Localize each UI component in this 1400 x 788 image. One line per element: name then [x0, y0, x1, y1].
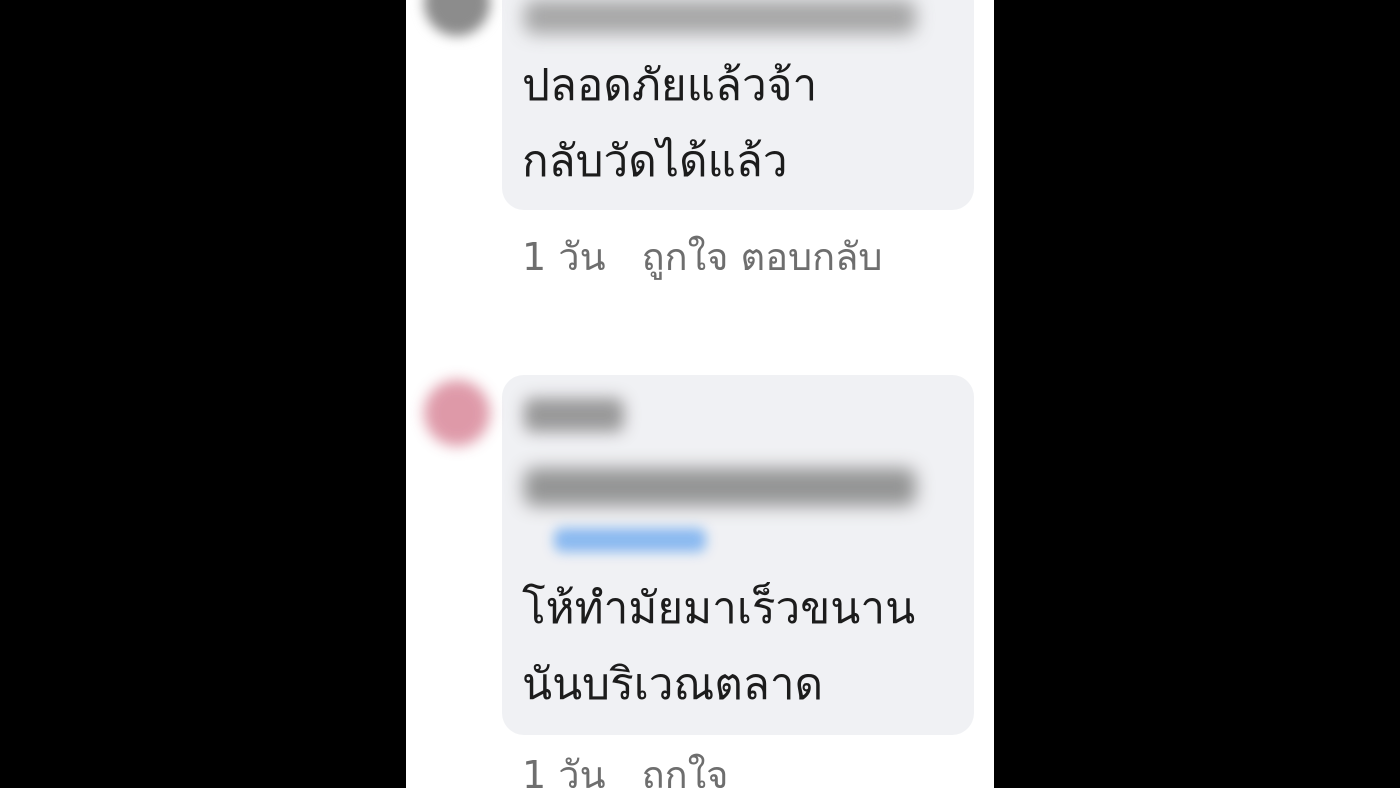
like-button[interactable]: ถูกใจ [642, 740, 729, 788]
like-button[interactable]: ถูกใจ [642, 222, 729, 292]
comment-text-line: นันบริเวณตลาด [522, 659, 824, 710]
comment-actions: 1 วัน ถูกใจ ตอบกลับ [522, 222, 883, 292]
comment-text-line: ปลอดภัยแล้วจ้า [522, 60, 818, 111]
comment-actions: 1 วัน ถูกใจ [522, 740, 728, 788]
comment-timestamp: 1 วัน [522, 235, 606, 279]
blurred-author-name [524, 0, 916, 34]
comment-timestamp: 1 วัน [522, 753, 606, 788]
blurred-comment-text [524, 468, 916, 506]
comment-text: ปลอดภัยแล้วจ้า กลับวัดได้แล้ว [522, 48, 817, 200]
comment-text: โห้ทำมัยมาเร็วขนาน นันบริเวณตลาด [522, 571, 915, 723]
comment-text-line: กลับวัดได้แล้ว [522, 136, 788, 187]
blurred-author-name [524, 398, 624, 432]
video-frame: ปลอดภัยแล้วจ้า กลับวัดได้แล้ว 1 วัน ถูกใจ… [0, 0, 1400, 788]
comment-screen: ปลอดภัยแล้วจ้า กลับวัดได้แล้ว 1 วัน ถูกใจ… [406, 0, 994, 788]
reply-button[interactable]: ตอบกลับ [741, 222, 883, 292]
blurred-link [554, 528, 706, 552]
avatar[interactable] [424, 380, 490, 446]
comment-text-line: โห้ทำมัยมาเร็วขนาน [522, 583, 916, 634]
avatar [424, 0, 490, 36]
